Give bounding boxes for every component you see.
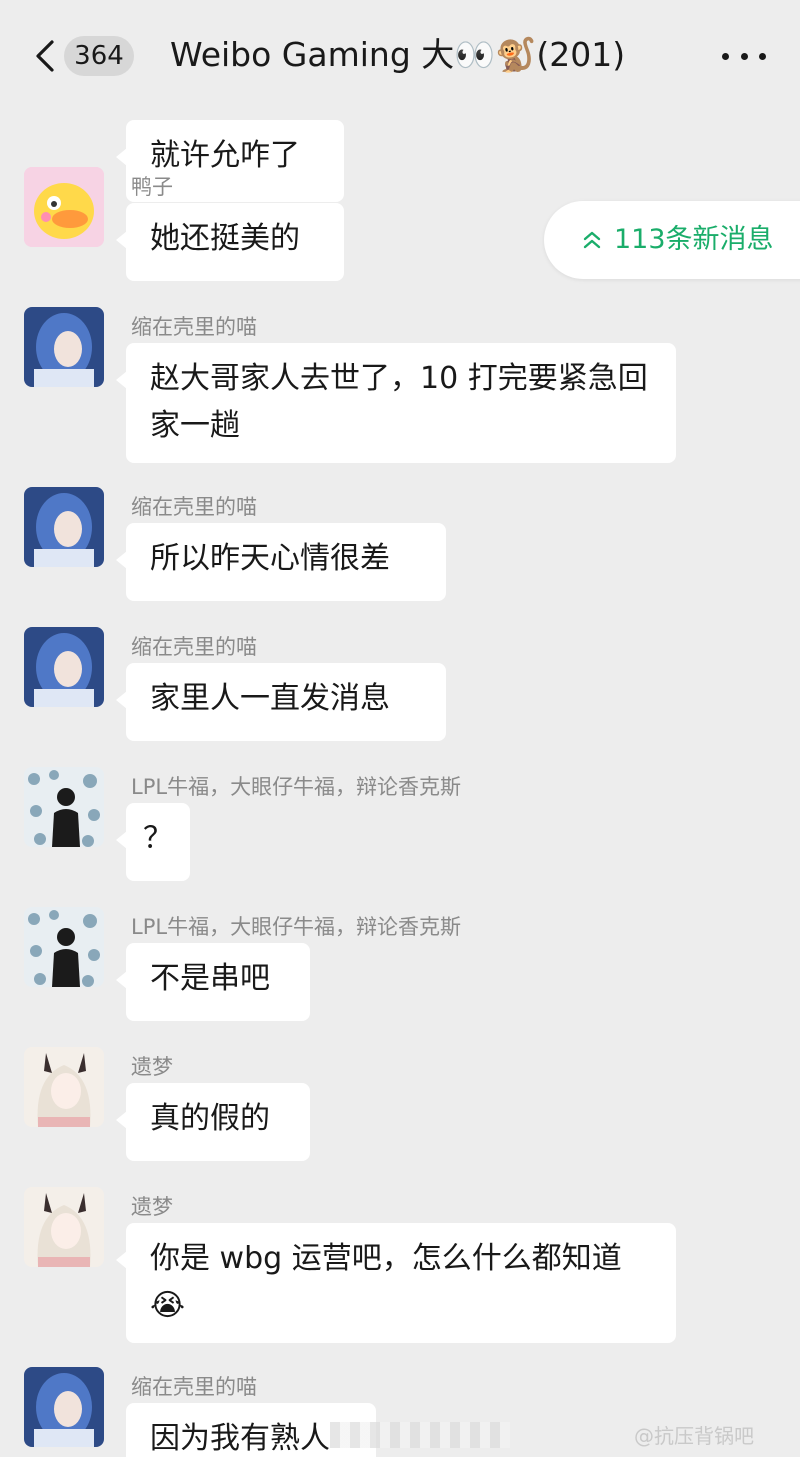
watermark: @抗压背锅吧 <box>634 1424 754 1448</box>
redaction-bar <box>330 1422 510 1448</box>
message-text: 你是 wbg 运营吧，怎么什么都知道😭 <box>150 1241 622 1323</box>
new-messages-button[interactable]: 113条新消息 <box>544 201 800 279</box>
message-text: 就许允咋了 <box>150 138 300 173</box>
chat-header: 364 Weibo Gaming 大👀🐒(201) <box>0 0 800 110</box>
message-bubble[interactable]: 不是串吧 <box>116 943 310 1021</box>
avatar-image <box>24 627 104 707</box>
chevron-left-icon <box>36 40 54 72</box>
silhouette-avatar[interactable] <box>24 907 104 987</box>
blue-hair-girl-avatar[interactable] <box>24 627 104 707</box>
avatar-image <box>24 1047 104 1127</box>
dot <box>759 52 766 60</box>
anime-girl-avatar[interactable] <box>24 1047 104 1127</box>
dot <box>740 52 748 60</box>
sender-name: 缩在壳里的喵 <box>131 1375 257 1399</box>
more-options-button[interactable] <box>722 36 766 76</box>
sender-name: 缩在壳里的喵 <box>131 635 257 659</box>
message-text: 赵大哥家人去世了，10 打完要紧急回家一趟 <box>150 361 648 443</box>
avatar-image <box>24 767 104 847</box>
silhouette-avatar[interactable] <box>24 767 104 847</box>
chat-title: Weibo Gaming 大👀🐒(201) <box>170 35 626 74</box>
back-button[interactable] <box>26 36 66 76</box>
message-bubble[interactable]: 她还挺美的 <box>116 203 344 281</box>
avatar-image <box>24 307 104 387</box>
duck-avatar[interactable] <box>24 167 104 247</box>
sender-name: LPL牛福，大眼仔牛福，辩论香克斯 <box>131 775 462 799</box>
anime-girl-avatar[interactable] <box>24 1187 104 1267</box>
message-bubble[interactable]: 你是 wbg 运营吧，怎么什么都知道😭 <box>116 1223 676 1343</box>
avatar-image <box>24 1367 104 1447</box>
sender-name: 遗梦 <box>131 1195 173 1219</box>
sender-name: 遗梦 <box>131 1055 173 1079</box>
message-text: 家里人一直发消息 <box>150 681 390 716</box>
message-text: ？ <box>143 821 173 856</box>
message-text: 她还挺美的 <box>150 221 300 256</box>
sender-name: 缩在壳里的喵 <box>131 315 257 339</box>
new-messages-label: 113条新消息 <box>614 224 774 255</box>
blue-hair-girl-avatar[interactable] <box>24 307 104 387</box>
message-text: 真的假的 <box>150 1101 270 1136</box>
unread-count-badge[interactable]: 364 <box>64 36 134 76</box>
avatar-image <box>24 907 104 987</box>
message-bubble[interactable]: 赵大哥家人去世了，10 打完要紧急回家一趟 <box>116 343 676 463</box>
dot <box>722 52 729 60</box>
message-bubble[interactable]: ？ <box>116 803 190 881</box>
message-bubble[interactable]: 家里人一直发消息 <box>116 663 446 741</box>
sender-name: LPL牛福，大眼仔牛福，辩论香克斯 <box>131 915 462 939</box>
message-bubble[interactable]: 真的假的 <box>116 1083 310 1161</box>
sender-name: 缩在壳里的喵 <box>131 495 257 519</box>
sender-name: 鸭子 <box>131 175 173 199</box>
blue-hair-girl-avatar[interactable] <box>24 487 104 567</box>
avatar-image <box>24 487 104 567</box>
message-text: 因为我有熟人 <box>150 1421 330 1456</box>
message-bubble[interactable]: 所以昨天心情很差 <box>116 523 446 601</box>
message-text: 所以昨天心情很差 <box>150 541 390 576</box>
avatar-image <box>24 1187 104 1267</box>
message-text: 不是串吧 <box>150 961 270 996</box>
duck-avatar-image <box>24 167 104 247</box>
double-chevron-up-icon <box>583 231 601 249</box>
blue-hair-girl-avatar[interactable] <box>24 1367 104 1447</box>
